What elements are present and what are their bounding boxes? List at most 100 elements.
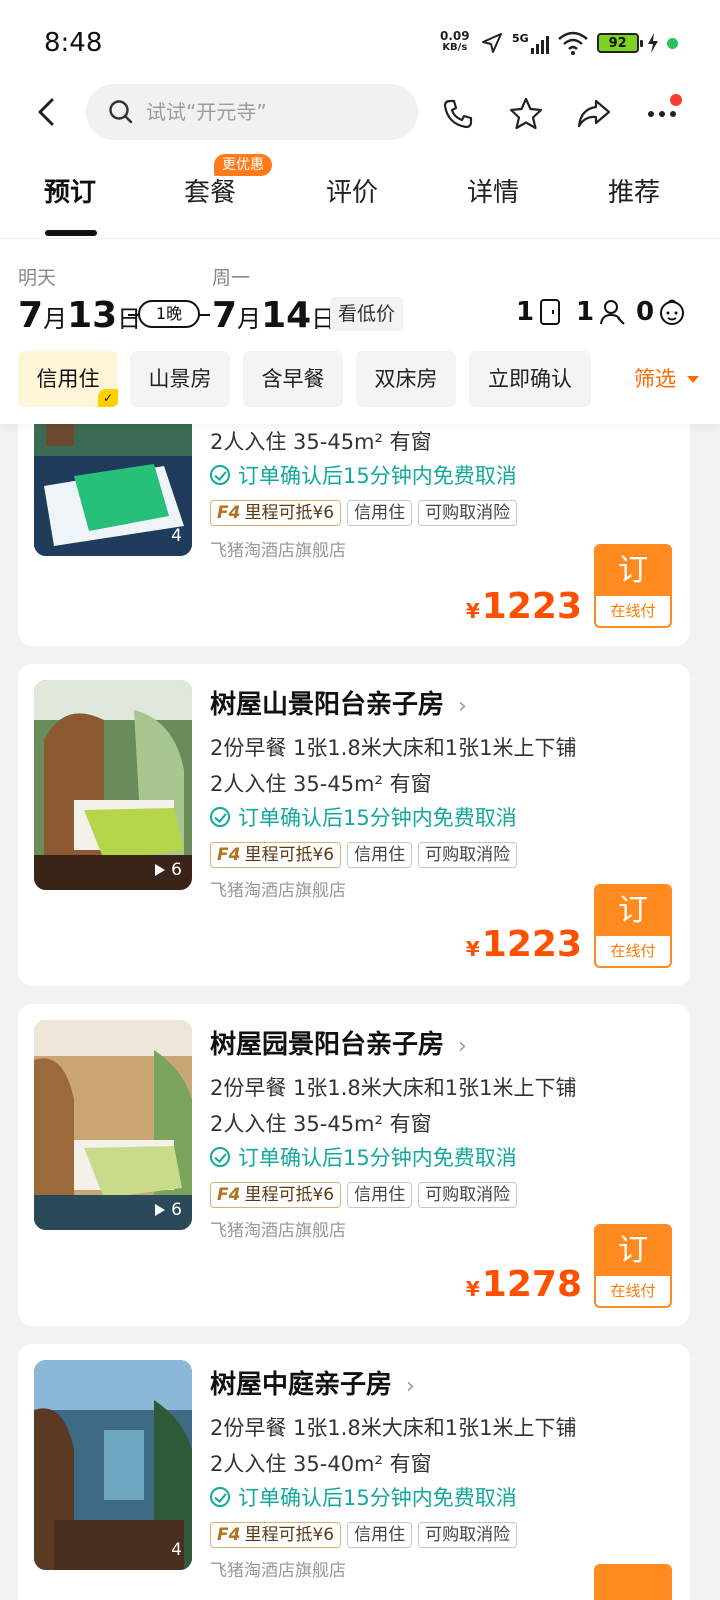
privacy-dot	[666, 37, 678, 49]
filter-chip-mountain-view[interactable]: 山景房	[130, 351, 230, 407]
room-occupancy: 2人入住 35-45m² 有窗	[210, 1112, 432, 1136]
shop-name: 飞猪淘酒店旗舰店	[210, 881, 346, 901]
net-speed: 0.09 KB/s	[440, 29, 470, 53]
tag-cancel-insurance: 可购取消险	[418, 500, 518, 526]
checkin-label: 明天	[18, 267, 57, 289]
room-card[interactable]: 6 树屋山景阳台亲子房 › 2份早餐 1张1.8米大床和1张1米上下铺 2人入住 …	[18, 664, 690, 986]
room-price: ¥1223	[465, 586, 582, 627]
filter-button[interactable]: 筛选	[634, 363, 699, 393]
battery-icon: 92	[596, 33, 643, 53]
room-title[interactable]: 树屋山景阳台亲子房 ›	[210, 684, 467, 721]
tab-package[interactable]: 套餐	[184, 172, 236, 209]
share-icon	[577, 99, 611, 128]
tag-mileage: F4 里程可抵¥6	[210, 500, 342, 526]
checkout-label: 周一	[212, 267, 251, 289]
date-filter-panel: 明天 7月13日 1晚 周一 7月14日 看低价 1 1 0 信用住 ✓ 山景房…	[0, 238, 720, 424]
room-occupancy: 2人入住 35-40m² 有窗	[210, 1452, 432, 1476]
status-bar: 8:48 0.09 KB/s 5G 92	[0, 0, 720, 88]
search-bar[interactable]	[86, 84, 418, 140]
room-tags: F4 里程可抵¥6 信用住 可购取消险	[210, 1182, 518, 1208]
tab-recommend[interactable]: 推荐	[608, 172, 660, 209]
tag-credit-stay: 信用住	[347, 500, 413, 526]
back-icon[interactable]	[32, 94, 62, 130]
room-occupancy: 2人入住 35-45m² 有窗	[210, 430, 432, 454]
room-photo[interactable]: 6	[34, 680, 192, 890]
signal-icon: 5G	[512, 32, 549, 54]
tag-credit-stay: 信用住	[347, 1522, 413, 1548]
room-breakfast-bed: 2份早餐 1张1.8米大床和1张1米上下铺	[210, 736, 577, 760]
tab-reviews[interactable]: 评价	[326, 172, 378, 209]
photo-count: 4	[171, 1540, 182, 1560]
door-icon	[540, 299, 561, 325]
location-icon	[482, 33, 502, 53]
book-button[interactable]: 订 在线付	[594, 884, 672, 968]
more-icon	[648, 111, 676, 117]
check-circle-icon	[210, 465, 230, 485]
room-photo[interactable]: 6	[34, 1020, 192, 1230]
low-price-button[interactable]: 看低价	[330, 297, 404, 331]
shop-name: 飞猪淘酒店旗舰店	[210, 541, 346, 561]
chevron-right-icon: ›	[458, 1034, 467, 1059]
tab-bar: 预订 套餐 更优惠 评价 详情 推荐	[0, 154, 720, 236]
chevron-right-icon: ›	[406, 1374, 415, 1399]
room-tags: F4 里程可抵¥6 信用住 可购取消险	[210, 842, 518, 868]
search-icon	[109, 100, 133, 124]
status-icons: 5G 92	[480, 28, 678, 58]
checkout-date[interactable]: 7月14日	[212, 295, 335, 336]
room-count[interactable]: 1	[516, 297, 562, 327]
nights-count: 1晚	[138, 300, 200, 328]
photo-count: 4	[171, 526, 182, 546]
tag-cancel-insurance: 可购取消险	[418, 842, 518, 868]
share-button[interactable]	[574, 94, 614, 134]
room-tags: F4 里程可抵¥6 信用住 可购取消险	[210, 1522, 518, 1548]
book-button[interactable]: 订 在线付	[594, 544, 672, 628]
tab-details[interactable]: 详情	[467, 172, 519, 209]
room-card[interactable]: 4 树屋中庭亲子房 › 2份早餐 1张1.8米大床和1张1米上下铺 2人入住 35…	[18, 1344, 690, 1600]
free-cancel-text: 订单确认后15分钟内免费取消	[210, 1142, 517, 1172]
tag-mileage: F4 里程可抵¥6	[210, 1182, 342, 1208]
more-button[interactable]	[642, 94, 682, 134]
book-button[interactable]: 订 在线付	[594, 1224, 672, 1308]
free-cancel-text: 订单确认后15分钟内免费取消	[210, 1482, 517, 1512]
room-price: ¥1223	[465, 924, 582, 965]
room-card[interactable]: 6 树屋园景阳台亲子房 › 2份早餐 1张1.8米大床和1张1米上下铺 2人入住 …	[18, 1004, 690, 1326]
check-circle-icon	[210, 1147, 230, 1167]
room-occupancy: 2人入住 35-45m² 有窗	[210, 772, 432, 796]
check-circle-icon	[210, 1487, 230, 1507]
phone-button[interactable]	[438, 94, 478, 134]
checkin-date[interactable]: 7月13日	[18, 295, 141, 336]
video-count: 6	[155, 1200, 182, 1220]
filter-chip-credit-stay[interactable]: 信用住 ✓	[18, 351, 118, 407]
shop-name: 飞猪淘酒店旗舰店	[210, 1221, 346, 1241]
star-icon	[509, 97, 543, 130]
child-count[interactable]: 0	[636, 297, 686, 327]
adult-count[interactable]: 1	[576, 297, 626, 327]
play-icon	[155, 1204, 166, 1216]
room-title[interactable]: 树屋园景阳台亲子房 ›	[210, 1024, 467, 1061]
room-tags: F4 里程可抵¥6 信用住 可购取消险	[210, 500, 518, 526]
free-cancel-text: 订单确认后15分钟内免费取消	[210, 460, 517, 490]
room-photo-image	[34, 1360, 192, 1570]
room-title[interactable]: 树屋中庭亲子房 ›	[210, 1364, 415, 1401]
tag-cancel-insurance: 可购取消险	[418, 1522, 518, 1548]
quick-filters: 信用住 ✓ 山景房 含早餐 双床房 立即确认 筛选	[0, 351, 720, 409]
notification-dot	[670, 94, 682, 106]
wifi-icon	[557, 31, 588, 55]
search-input[interactable]	[146, 100, 386, 124]
room-photo[interactable]: 4	[34, 1360, 192, 1570]
filter-chip-twin-bed[interactable]: 双床房	[356, 351, 456, 407]
status-time: 8:48	[44, 28, 103, 58]
tag-credit-stay: 信用住	[347, 842, 413, 868]
charging-icon	[647, 33, 658, 53]
favorite-button[interactable]	[506, 94, 546, 134]
tag-credit-stay: 信用住	[347, 1182, 413, 1208]
active-tab-indicator	[45, 230, 97, 236]
check-circle-icon	[210, 807, 230, 827]
filter-chip-breakfast[interactable]: 含早餐	[243, 351, 343, 407]
promo-badge: 更优惠	[214, 154, 272, 176]
filter-chip-instant-confirm[interactable]: 立即确认	[469, 351, 591, 407]
room-breakfast-bed: 2份早餐 1张1.8米大床和1张1米上下铺	[210, 1076, 577, 1100]
tab-booking[interactable]: 预订	[44, 172, 96, 209]
search-row	[0, 84, 720, 142]
book-button[interactable]	[594, 1564, 672, 1600]
